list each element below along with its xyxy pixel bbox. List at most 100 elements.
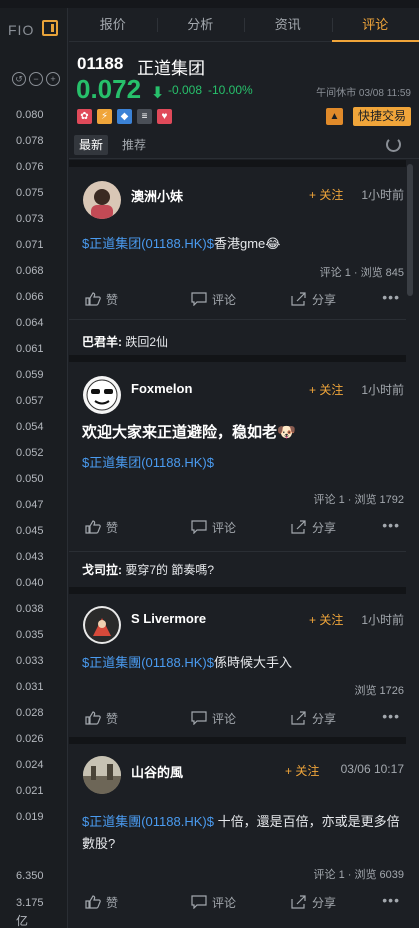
- post-body: $正道集團(01188.HK)$係時候大手入: [82, 652, 400, 674]
- subtab-recommended[interactable]: 推荐: [117, 135, 151, 155]
- subtab-latest[interactable]: 最新: [74, 135, 109, 155]
- post-body: $正道集团(01188.HK)$香港gme😂: [82, 233, 400, 255]
- comment-icon: [191, 895, 207, 909]
- more-options-icon[interactable]: •••: [382, 708, 400, 724]
- share-label: 分享: [312, 293, 337, 307]
- like-label: 赞: [106, 521, 119, 535]
- like-button[interactable]: 赞: [85, 708, 118, 730]
- comment-button[interactable]: 评论: [191, 289, 236, 311]
- price-axis-label: 0.035: [16, 629, 44, 641]
- post-card[interactable]: S Livermore + 关注 1小时前 $正道集團(01188.HK)$係時…: [69, 594, 406, 737]
- avatar[interactable]: [83, 181, 121, 219]
- more-options-icon[interactable]: •••: [382, 517, 400, 533]
- post-card[interactable]: 澳洲小妹 + 关注 1小时前 $正道集团(01188.HK)$香港gme😂 评论…: [69, 167, 406, 355]
- stock-ticker-link[interactable]: $正道集团(01188.HK)$: [82, 455, 214, 470]
- post-stats: 浏览 1726: [354, 685, 404, 697]
- comment-label: 评论: [212, 712, 237, 726]
- price-axis-label: 0.076: [16, 161, 44, 173]
- tab-analysis[interactable]: 分析: [156, 8, 245, 41]
- avatar[interactable]: [83, 756, 121, 794]
- tab-quote[interactable]: 报价: [69, 8, 157, 41]
- comment-icon: [191, 292, 207, 306]
- avatar[interactable]: [83, 606, 121, 644]
- price-axis-label: 0.019: [16, 811, 44, 823]
- share-button[interactable]: 分享: [291, 289, 336, 311]
- reply-preview[interactable]: 戈司拉: 要穿7的 節奏嗎?: [82, 561, 214, 578]
- follow-button[interactable]: + 关注: [309, 611, 343, 628]
- reply-text: 要穿7的 節奏嗎?: [125, 563, 215, 577]
- like-label: 赞: [106, 896, 119, 910]
- post-card[interactable]: Foxmelon + 关注 1小时前 欢迎大家来正道避险，稳如老🐶 $正道集团(…: [69, 362, 406, 587]
- list-icon[interactable]: ≡: [137, 109, 152, 124]
- share-label: 分享: [312, 521, 337, 535]
- more-options-icon[interactable]: •••: [382, 892, 400, 908]
- reply-preview[interactable]: 巴君羊: 跌回2仙: [82, 333, 168, 350]
- reply-separator: [69, 551, 406, 552]
- post-author[interactable]: 山谷的風: [131, 762, 183, 781]
- heart-icon[interactable]: ♥: [157, 109, 172, 124]
- stock-ticker-link[interactable]: $正道集團(01188.HK)$: [82, 655, 214, 670]
- quote-header: 01188 正道集团 0.072 ⬇ -0.008 -10.00% 午间休市 0…: [69, 43, 419, 131]
- post-stats: 评论 1 · 浏览 6039: [313, 869, 404, 881]
- price-axis-label: 0.031: [16, 681, 44, 693]
- price-axis-label: 0.059: [16, 369, 44, 381]
- post-author[interactable]: Foxmelon: [131, 381, 192, 396]
- refresh-icon[interactable]: [386, 137, 401, 152]
- share-button[interactable]: 分享: [291, 517, 336, 539]
- avatar[interactable]: [83, 376, 121, 414]
- stock-ticker-link[interactable]: $正道集团(01188.HK)$: [82, 236, 214, 251]
- post-divider: [69, 160, 406, 167]
- tab-comments[interactable]: 评论: [331, 8, 419, 42]
- stock-name: 正道集团: [137, 59, 205, 78]
- stock-badges: ✿ ⚡ ◆ ≡ ♥: [77, 109, 172, 124]
- stock-code: 01188: [77, 54, 124, 73]
- volume-axis-value: 3.175: [16, 897, 44, 909]
- share-label: 分享: [312, 896, 337, 910]
- comment-button[interactable]: 评论: [191, 892, 236, 914]
- post-time: 03/06 10:17: [340, 762, 404, 776]
- follow-button[interactable]: + 关注: [285, 762, 319, 779]
- share-icon: [291, 711, 306, 725]
- alert-bell-icon[interactable]: ▲: [326, 108, 343, 125]
- post-author[interactable]: 澳洲小妹: [131, 186, 183, 205]
- chart-controls: ↺ − +: [12, 72, 60, 86]
- comment-button[interactable]: 评论: [191, 708, 236, 730]
- comment-label: 评论: [212, 521, 237, 535]
- quick-trade-button[interactable]: 快捷交易: [352, 107, 411, 126]
- undo-icon[interactable]: ↺: [12, 72, 26, 86]
- like-button[interactable]: 赞: [85, 892, 118, 914]
- panel-layout-icon[interactable]: [42, 20, 58, 36]
- hk-flag-icon[interactable]: ✿: [77, 109, 92, 124]
- post-card[interactable]: 山谷的風 + 关注 03/06 10:17 $正道集團(01188.HK)$ 十…: [69, 744, 406, 928]
- post-actions: 赞 评论 分享 •••: [69, 892, 406, 914]
- price-axis-label: 0.028: [16, 707, 44, 719]
- like-button[interactable]: 赞: [85, 289, 118, 311]
- share-button[interactable]: 分享: [291, 892, 336, 914]
- feed-scrollbar[interactable]: [407, 164, 413, 296]
- zoom-out-icon[interactable]: −: [29, 72, 43, 86]
- window-top-strip: [0, 0, 419, 8]
- price-axis-label: 0.045: [16, 525, 44, 537]
- follow-button[interactable]: + 关注: [309, 381, 343, 398]
- post-author[interactable]: S Livermore: [131, 611, 206, 626]
- post-time: 1小时前: [361, 383, 404, 397]
- post-actions: 赞 评论 分享 •••: [69, 517, 406, 539]
- price-axis-label: 0.071: [16, 239, 44, 251]
- share-button[interactable]: 分享: [291, 708, 336, 730]
- more-options-icon[interactable]: •••: [382, 289, 400, 305]
- follow-button[interactable]: + 关注: [309, 186, 343, 203]
- down-arrow-icon: ⬇: [151, 85, 165, 102]
- thumbs-up-icon: [85, 711, 101, 725]
- flash-icon[interactable]: ⚡: [97, 109, 112, 124]
- tag-icon[interactable]: ◆: [117, 109, 132, 124]
- comment-button[interactable]: 评论: [191, 517, 236, 539]
- price-axis-label: 0.033: [16, 655, 44, 667]
- like-button[interactable]: 赞: [85, 517, 118, 539]
- price-axis-label: 0.026: [16, 733, 44, 745]
- post-divider: [69, 355, 406, 362]
- comment-feed: 澳洲小妹 + 关注 1小时前 $正道集团(01188.HK)$香港gme😂 评论…: [69, 160, 406, 928]
- zoom-in-icon[interactable]: +: [46, 72, 60, 86]
- price-axis-label: 0.066: [16, 291, 44, 303]
- stock-ticker-link[interactable]: $正道集團(01188.HK)$: [82, 814, 214, 829]
- tab-news[interactable]: 资讯: [244, 8, 332, 41]
